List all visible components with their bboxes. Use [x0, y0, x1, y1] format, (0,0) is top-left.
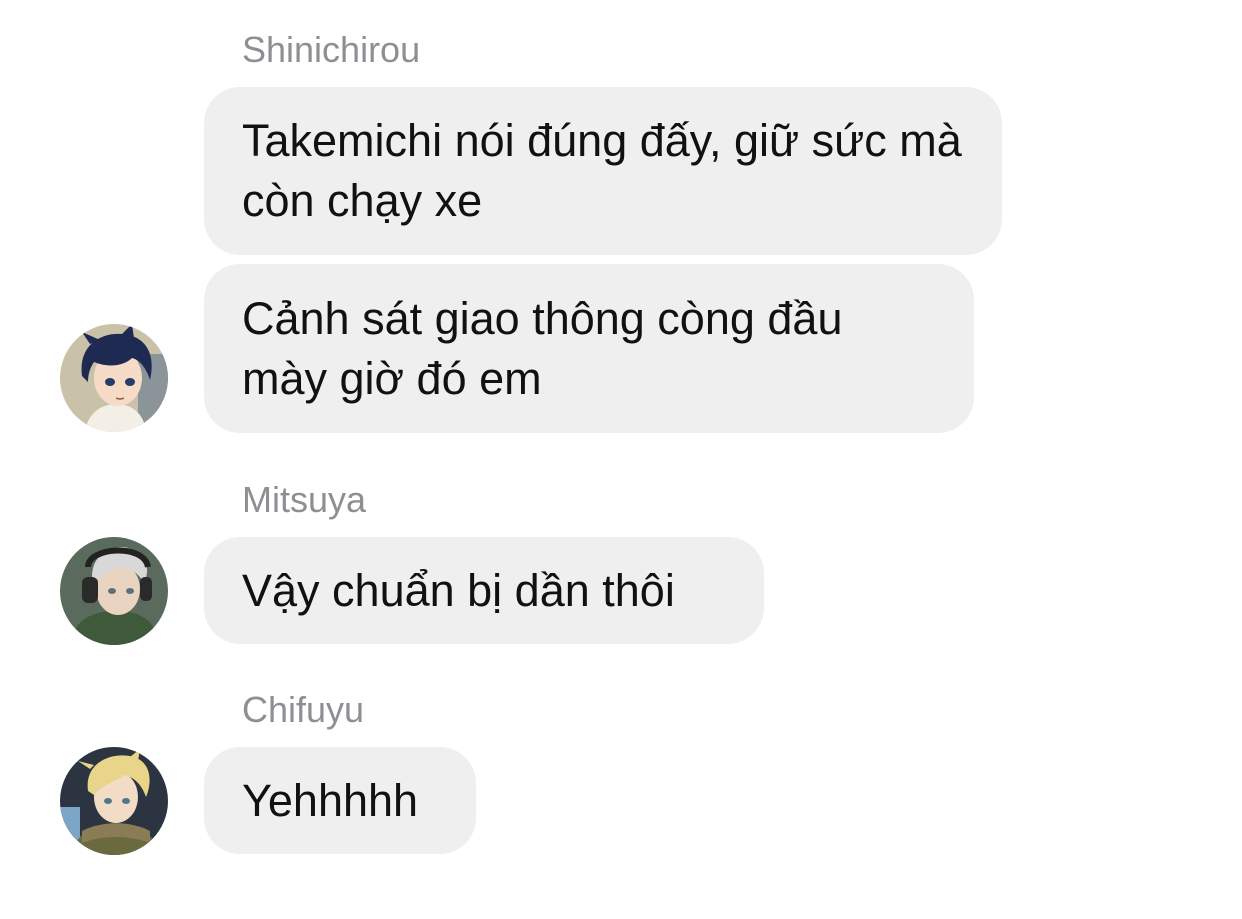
message-bubble[interactable]: Vậy chuẩn bị dần thôi	[204, 537, 764, 644]
sender-name-shinichirou: Shinichirou	[242, 29, 421, 70]
avatar-shinichirou[interactable]	[60, 324, 168, 432]
message-bubble[interactable]: Takemichi nói đúng đấy, giữ sức mà còn c…	[204, 87, 1002, 255]
avatar-mitsuya[interactable]	[60, 537, 168, 645]
message-text: Vậy chuẩn bị dần thôi	[242, 564, 675, 616]
message-text: Cảnh sát giao thông còng đầu mày giờ đó …	[242, 292, 843, 404]
message-bubble[interactable]: Yehhhhh	[204, 747, 476, 854]
message-bubble[interactable]: Cảnh sát giao thông còng đầu mày giờ đó …	[204, 264, 974, 433]
anime-boy-silver-hair-headphones-icon	[60, 537, 168, 645]
anime-boy-blonde-hair-icon	[60, 747, 168, 855]
anime-boy-dark-blue-hair-icon	[60, 324, 168, 432]
sender-name-mitsuya: Mitsuya	[242, 479, 367, 520]
avatar-chifuyu[interactable]	[60, 747, 168, 855]
message-text: Takemichi nói đúng đấy, giữ sức mà còn c…	[242, 115, 962, 226]
sender-name-chifuyu: Chifuyu	[242, 689, 365, 730]
message-text: Yehhhhh	[242, 774, 419, 826]
